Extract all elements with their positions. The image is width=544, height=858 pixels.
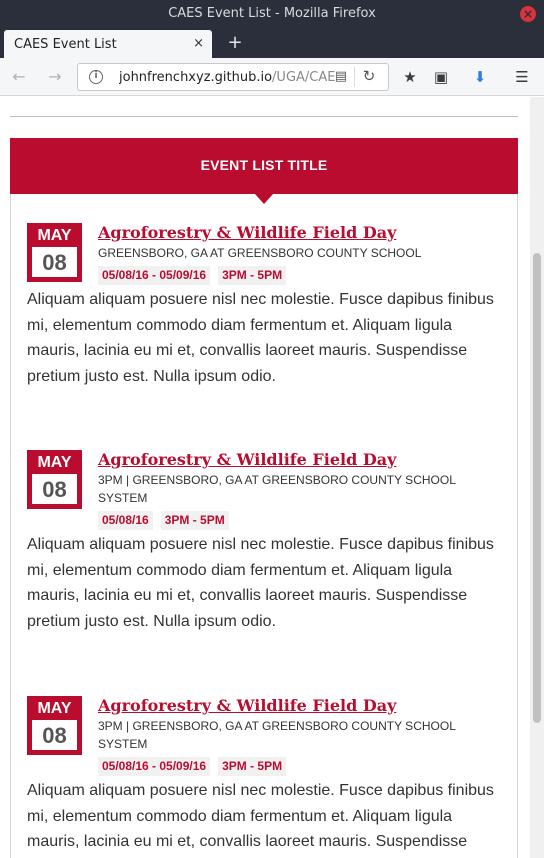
tab-strip: CAES Event List × + <box>0 29 544 58</box>
back-arrow-icon[interactable]: ← <box>8 66 30 88</box>
event-list-title: EVENT LIST TITLE <box>200 157 328 173</box>
reader-view-icon[interactable]: ▤ <box>332 69 350 85</box>
event-time-tag: 3PM - 5PM <box>218 266 287 285</box>
page-viewport: EVENT LIST TITLE MAY 08 Agroforestry & W… <box>0 97 544 858</box>
event-tags: 05/08/16 - 05/09/16 3PM - 5PM <box>98 266 294 286</box>
url-bar[interactable]: i johnfrenchxyz.github.io/UGA/CAE ▤ ↻ <box>77 63 389 91</box>
date-badge: MAY 08 <box>27 223 82 282</box>
tab-title: CAES Event List <box>14 37 117 52</box>
date-badge: MAY 08 <box>27 696 82 755</box>
event-location: 3PM | GREENSBORO, GA AT GREENSBORO COUNT… <box>98 473 456 505</box>
scrollbar-thumb[interactable] <box>533 253 541 723</box>
navigation-toolbar: ← → i johnfrenchxyz.github.io/UGA/CAE ▤ … <box>0 58 544 96</box>
event-description: Aliquam aliquam posuere nisl nec molesti… <box>27 782 494 850</box>
event-dates-tag: 05/08/16 - 05/09/16 <box>98 266 211 285</box>
url-path: /UGA/CAE <box>272 70 336 85</box>
date-badge: MAY 08 <box>27 450 82 509</box>
reload-icon[interactable]: ↻ <box>360 67 378 87</box>
event-dates-tag: 05/08/16 - 05/09/16 <box>98 757 211 776</box>
url-host: johnfrenchxyz.github.io <box>119 70 273 85</box>
page-scrollbar[interactable] <box>530 97 544 858</box>
url-text[interactable]: johnfrenchxyz.github.io/UGA/CAE <box>119 70 359 85</box>
date-day: 08 <box>42 250 67 275</box>
event-time-tag: 3PM - 5PM <box>218 757 287 776</box>
download-icon[interactable]: ⬇ <box>469 66 491 88</box>
date-month: MAY <box>37 700 72 717</box>
bookmark-star-icon[interactable]: ★ <box>399 66 421 88</box>
date-day: 08 <box>42 723 67 748</box>
event-tags: 05/08/16 3PM - 5PM <box>98 511 237 531</box>
site-info-icon[interactable]: i <box>89 70 103 84</box>
window-title: CAES Event List - Mozilla Firefox <box>168 6 376 21</box>
event-description: Aliquam aliquam posuere nisl nec molesti… <box>27 536 494 630</box>
window-titlebar: CAES Event List - Mozilla Firefox × <box>0 0 544 29</box>
date-day: 08 <box>42 477 67 502</box>
header-caret-icon <box>255 194 273 204</box>
event-description: Aliquam aliquam posuere nisl nec molesti… <box>27 291 494 385</box>
date-month: MAY <box>37 227 72 244</box>
date-day-box: 08 <box>32 720 77 750</box>
event-title-link[interactable]: Agroforestry & Wildlife Field Day <box>98 450 396 469</box>
date-month: MAY <box>37 454 72 471</box>
divider-line <box>10 116 518 117</box>
event-title-link[interactable]: Agroforestry & Wildlife Field Day <box>98 223 396 242</box>
tab-close-icon[interactable]: × <box>193 36 204 51</box>
tab-caes-event-list[interactable]: CAES Event List × <box>4 30 212 58</box>
forward-arrow-icon[interactable]: → <box>44 66 66 88</box>
event-tags: 05/08/16 - 05/09/16 3PM - 5PM <box>98 757 294 777</box>
date-day-box: 08 <box>32 247 77 277</box>
pocket-icon[interactable]: ▣ <box>430 66 452 88</box>
event-location: 3PM | GREENSBORO, GA AT GREENSBORO COUNT… <box>98 719 456 751</box>
event-dates-tag: 05/08/16 <box>98 511 153 530</box>
window-close-icon[interactable]: × <box>520 6 536 22</box>
new-tab-icon[interactable]: + <box>226 32 244 54</box>
date-day-box: 08 <box>32 474 77 504</box>
url-bar-separator <box>354 67 355 87</box>
event-list-header: EVENT LIST TITLE <box>10 138 518 204</box>
event-title-link[interactable]: Agroforestry & Wildlife Field Day <box>98 696 396 715</box>
event-time-tag: 3PM - 5PM <box>160 511 229 530</box>
menu-icon[interactable]: ☰ <box>511 66 533 88</box>
